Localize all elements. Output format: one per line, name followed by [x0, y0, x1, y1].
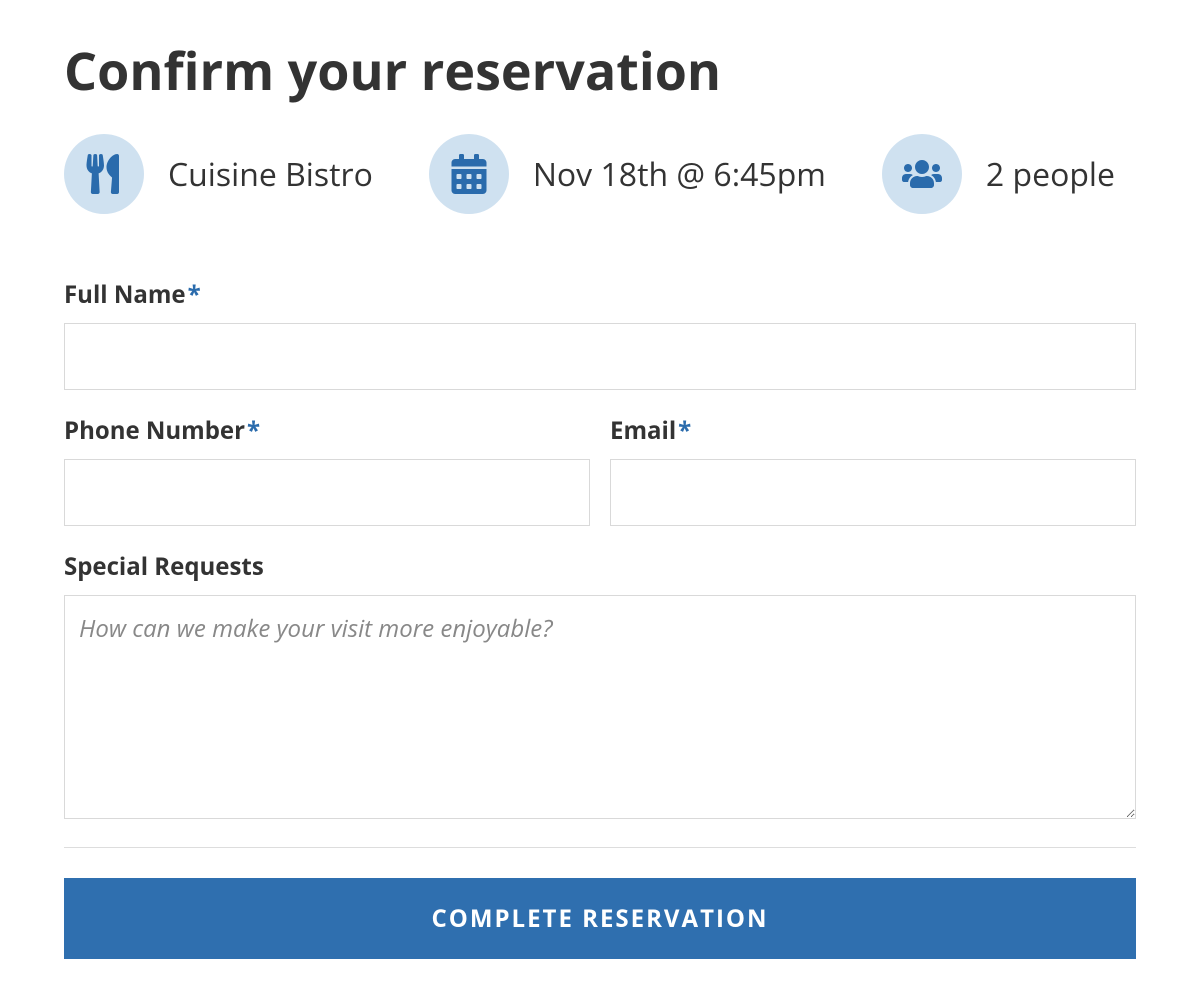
special-requests-label-text: Special Requests: [64, 550, 264, 583]
divider: [64, 847, 1136, 848]
summary-restaurant: Cuisine Bistro: [64, 134, 373, 214]
summary-datetime-text: Nov 18th @ 6:45pm: [533, 153, 826, 196]
summary-party: 2 people: [882, 134, 1115, 214]
phone-field-group: Phone Number*: [64, 414, 590, 526]
utensils-icon: [64, 134, 144, 214]
phone-label-text: Phone Number: [64, 414, 245, 447]
required-asterisk: *: [188, 278, 201, 311]
people-icon: [882, 134, 962, 214]
full-name-field-group: Full Name*: [64, 278, 1136, 390]
calendar-icon: [429, 134, 509, 214]
summary-party-text: 2 people: [986, 153, 1115, 196]
summary-datetime: Nov 18th @ 6:45pm: [429, 134, 826, 214]
page-title: Confirm your reservation: [64, 40, 1136, 102]
summary-restaurant-text: Cuisine Bistro: [168, 153, 373, 196]
email-label-text: Email: [610, 414, 676, 447]
required-asterisk: *: [247, 414, 260, 447]
email-input[interactable]: [610, 459, 1136, 526]
special-requests-label: Special Requests: [64, 550, 1136, 583]
reservation-summary: Cuisine Bistro Nov 18th @ 6:45pm 2 peopl…: [64, 134, 1136, 214]
required-asterisk: *: [678, 414, 691, 447]
full-name-label-text: Full Name: [64, 278, 186, 311]
phone-label: Phone Number*: [64, 414, 590, 447]
email-field-group: Email*: [610, 414, 1136, 526]
complete-reservation-button[interactable]: COMPLETE RESERVATION: [64, 878, 1136, 959]
special-requests-textarea[interactable]: [64, 595, 1136, 819]
full-name-label: Full Name*: [64, 278, 1136, 311]
special-requests-field-group: Special Requests: [64, 550, 1136, 819]
full-name-input[interactable]: [64, 323, 1136, 390]
phone-input[interactable]: [64, 459, 590, 526]
email-label: Email*: [610, 414, 1136, 447]
